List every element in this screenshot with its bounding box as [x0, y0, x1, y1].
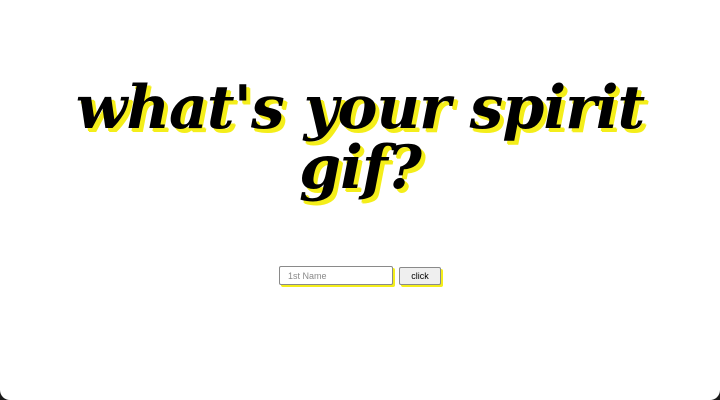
browser-viewport: what's your spirit gif? click — [0, 0, 720, 400]
page-title: what's your spirit gif? — [0, 78, 720, 198]
page-title-line-2: gif? — [299, 133, 422, 203]
click-button[interactable]: click — [399, 266, 441, 285]
first-name-input[interactable] — [279, 266, 393, 285]
name-form: click — [0, 266, 720, 285]
